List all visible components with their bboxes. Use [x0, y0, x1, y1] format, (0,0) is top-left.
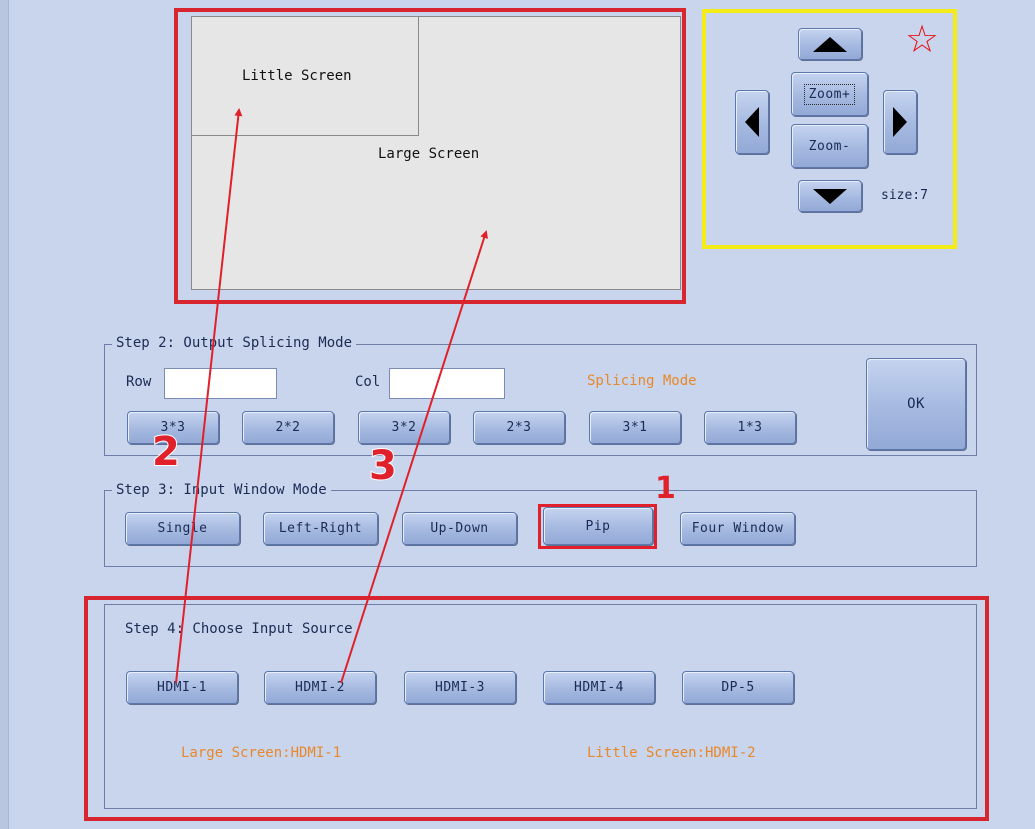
- annotation-number-2: 2: [151, 429, 181, 475]
- mode-label: Up-Down: [430, 521, 489, 536]
- preset-2x3-button[interactable]: 2*3: [473, 411, 565, 444]
- preset-label: 1*3: [737, 420, 763, 435]
- preset-3x2-button[interactable]: 3*2: [358, 411, 450, 444]
- preset-label: 2*3: [506, 420, 532, 435]
- ok-button[interactable]: OK: [866, 358, 966, 450]
- ok-label: OK: [907, 396, 925, 412]
- annotation-number-3: 3: [368, 443, 398, 489]
- preset-label: 3*1: [622, 420, 648, 435]
- annotation-number-1: 1: [655, 471, 676, 506]
- mode-four-window-button[interactable]: Four Window: [680, 512, 795, 545]
- step2-title: Step 2: Output Splicing Mode: [112, 335, 357, 351]
- row-label: Row: [126, 374, 152, 390]
- pad-highlight-box: [702, 9, 957, 249]
- step4-highlight-box: [84, 596, 989, 821]
- mode-single-button[interactable]: Single: [125, 512, 240, 545]
- preset-1x3-button[interactable]: 1*3: [704, 411, 796, 444]
- mode-up-down-button[interactable]: Up-Down: [402, 512, 517, 545]
- col-input[interactable]: [389, 368, 505, 399]
- pip-highlight-box: [538, 504, 657, 549]
- mode-label: Left-Right: [278, 521, 363, 536]
- step3-title: Step 3: Input Window Mode: [112, 482, 331, 498]
- preset-3x1-button[interactable]: 3*1: [589, 411, 681, 444]
- row-input[interactable]: [164, 368, 277, 399]
- window-left-edge: [0, 0, 9, 829]
- splicing-mode-label: Splicing Mode: [587, 373, 697, 389]
- mode-label: Four Window: [691, 521, 784, 536]
- preview-highlight-box: [174, 8, 686, 304]
- preset-label: 3*2: [391, 420, 417, 435]
- preset-label: 2*2: [275, 420, 301, 435]
- mode-label: Single: [157, 521, 208, 536]
- mode-left-right-button[interactable]: Left-Right: [263, 512, 378, 545]
- col-label: Col: [355, 374, 381, 390]
- preset-2x2-button[interactable]: 2*2: [242, 411, 334, 444]
